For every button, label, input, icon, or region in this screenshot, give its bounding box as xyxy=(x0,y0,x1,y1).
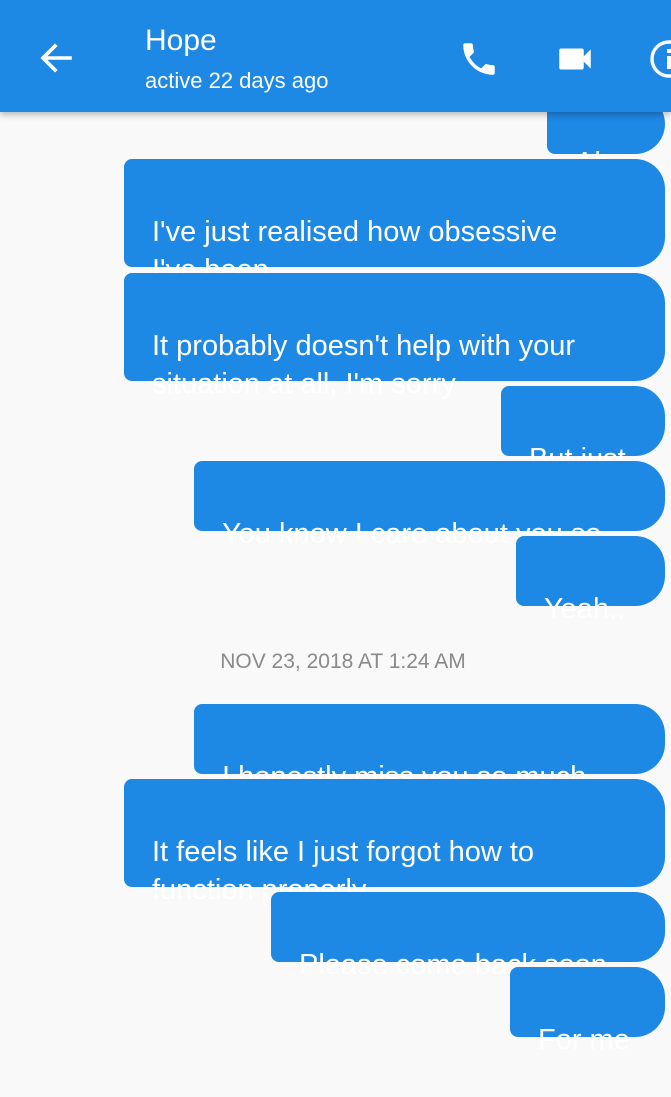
message-text: Yeah.. xyxy=(544,593,626,625)
message-bubble[interactable]: For me xyxy=(510,967,665,1056)
message-text: For me xyxy=(538,1024,630,1056)
video-camera-icon[interactable] xyxy=(554,38,596,80)
message-bubble[interactable]: Yeah.. xyxy=(516,536,665,625)
message-bubble[interactable]: I've just realised how obsessive I've be… xyxy=(124,159,665,286)
back-arrow-icon[interactable] xyxy=(36,38,76,78)
message-bubble[interactable]: It feels like I just forgot how to funct… xyxy=(124,779,665,906)
message-bubble[interactable]: Please come back soon xyxy=(271,892,665,981)
message-bubble[interactable]: It probably doesn't help with your situa… xyxy=(124,273,665,400)
message-bubble[interactable]: But just xyxy=(501,386,665,475)
info-icon[interactable] xyxy=(648,38,671,80)
phone-icon[interactable] xyxy=(458,38,500,80)
message-bubble[interactable]: You know I care about you so xyxy=(194,461,665,550)
app-bar: Hope active 22 days ago xyxy=(0,0,671,112)
message-bubble[interactable]: I honestly miss you so much xyxy=(194,704,665,793)
active-status: active 22 days ago xyxy=(145,68,329,93)
message-thread: Ah.. I've just realised how obsessive I'… xyxy=(0,0,671,1056)
contact-name[interactable]: Hope xyxy=(145,24,217,58)
date-timestamp: NOV 23, 2018 AT 1:24 AM xyxy=(220,650,466,673)
